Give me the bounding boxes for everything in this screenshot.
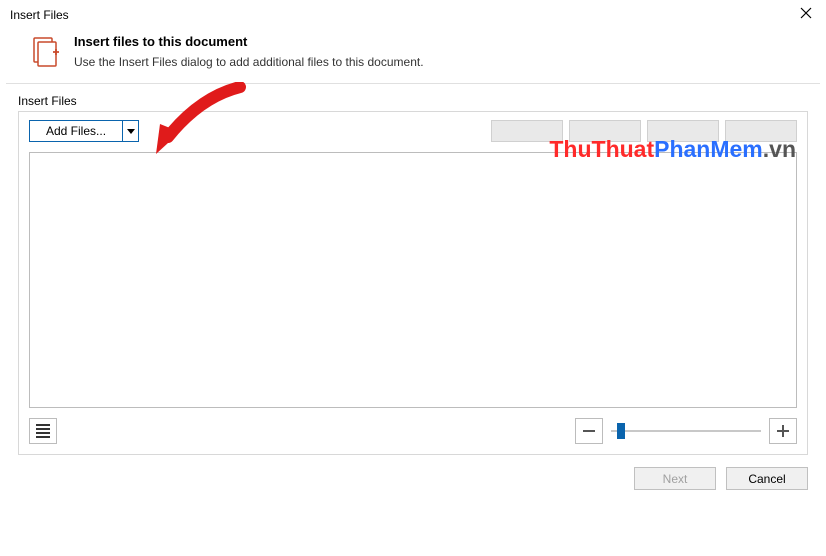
header-title: Insert files to this document: [74, 34, 804, 49]
close-icon[interactable]: [794, 6, 818, 24]
section-label: Insert Files: [18, 94, 808, 108]
header-description: Use the Insert Files dialog to add addit…: [74, 55, 804, 69]
toolbar-button-2[interactable]: [569, 120, 641, 142]
cancel-button[interactable]: Cancel: [726, 467, 808, 490]
document-icon: [30, 36, 62, 68]
zoom-controls: [575, 418, 797, 444]
title-bar: Insert Files: [0, 0, 826, 28]
chevron-down-icon: [127, 129, 135, 134]
add-files-button[interactable]: Add Files...: [29, 120, 139, 142]
list-view-button[interactable]: [29, 418, 57, 444]
zoom-out-button[interactable]: [575, 418, 603, 444]
toolbar-button-1[interactable]: [491, 120, 563, 142]
minus-icon: [583, 430, 595, 432]
toolbar-right-buttons: [491, 120, 797, 142]
file-list[interactable]: [29, 152, 797, 408]
zoom-in-button[interactable]: [769, 418, 797, 444]
window-title: Insert Files: [10, 8, 69, 22]
toolbar-button-3[interactable]: [647, 120, 719, 142]
dialog-footer: Next Cancel: [0, 455, 826, 490]
insert-files-panel: Add Files...: [18, 111, 808, 455]
slider-thumb[interactable]: [617, 423, 625, 439]
list-icon: [36, 424, 50, 426]
add-files-dropdown[interactable]: [122, 121, 138, 141]
next-button: Next: [634, 467, 716, 490]
dialog-header: Insert files to this document Use the In…: [6, 28, 820, 84]
add-files-label: Add Files...: [30, 121, 122, 141]
zoom-slider[interactable]: [611, 421, 761, 441]
toolbar-button-4[interactable]: [725, 120, 797, 142]
